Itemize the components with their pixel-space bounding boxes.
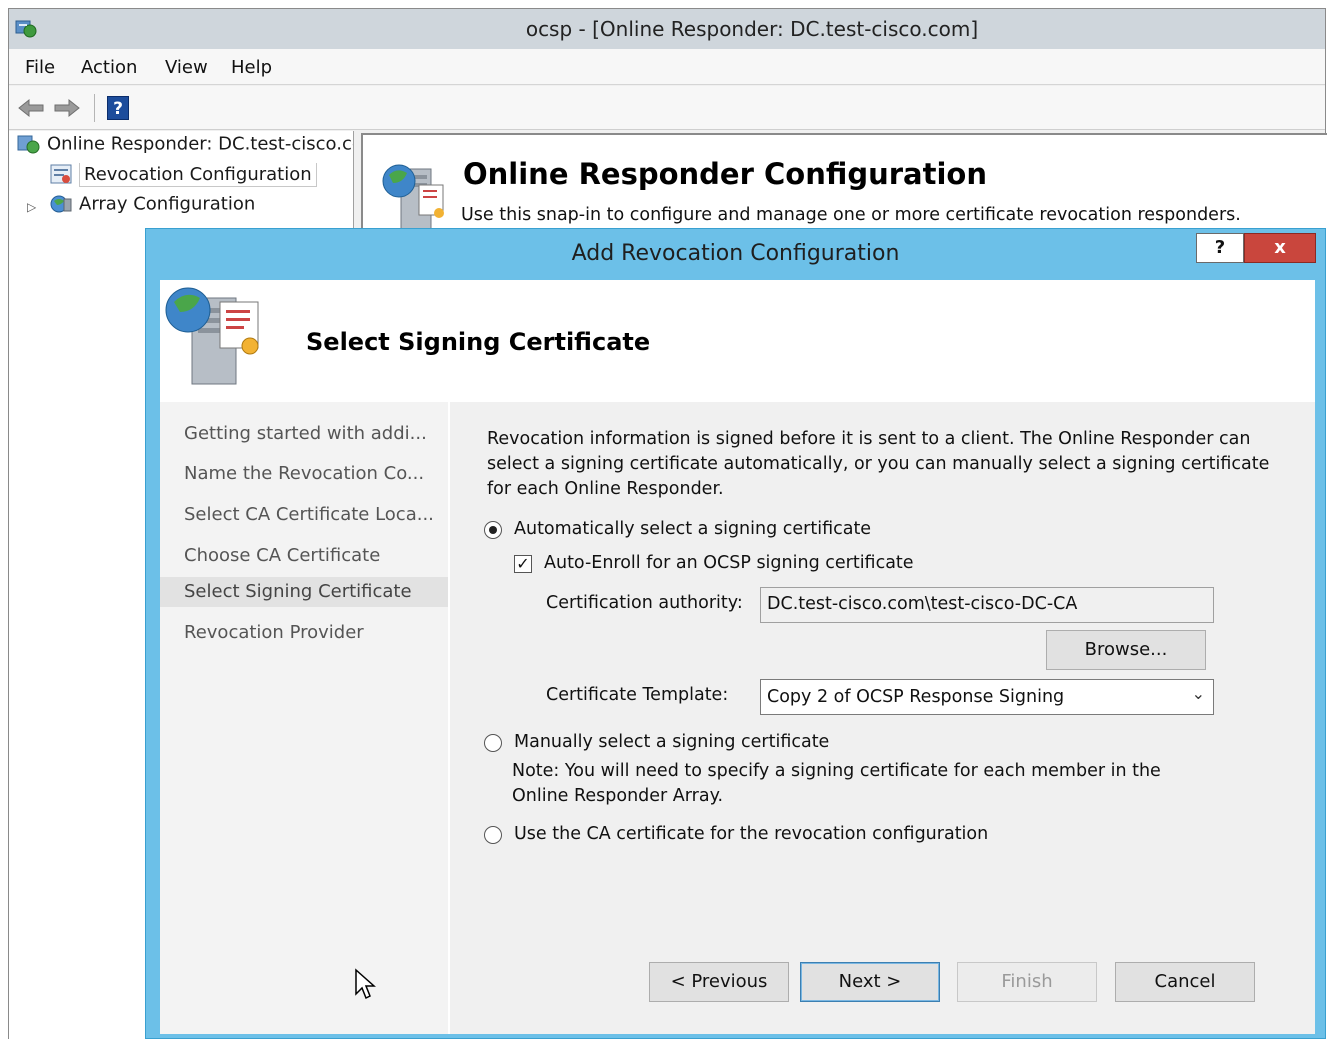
auto-select-radio[interactable] (484, 521, 502, 539)
auto-select-label[interactable]: Automatically select a signing certifica… (514, 519, 871, 539)
auto-enroll-checkbox[interactable]: ✓ (514, 555, 532, 573)
manual-select-note: Note: You will need to specify a signing… (512, 761, 1161, 806)
browse-button[interactable]: Browse... (1046, 630, 1206, 670)
back-arrow-icon[interactable] (17, 96, 45, 120)
dialog-close-button[interactable]: x (1244, 233, 1316, 263)
previous-button[interactable]: < Previous (649, 962, 789, 1002)
toolbar-separator (94, 94, 95, 122)
wizard-step-getting-started[interactable]: Getting started with addi... (160, 419, 448, 449)
mouse-pointer-icon (355, 968, 376, 1000)
finish-button[interactable]: Finish (957, 962, 1097, 1002)
wizard-step-ca-location[interactable]: Select CA Certificate Loca... (160, 500, 448, 530)
menu-view[interactable]: View (165, 57, 208, 78)
dialog-page-title: Select Signing Certificate (306, 328, 651, 356)
tree-root-label: Online Responder: DC.test-cisco.com (47, 133, 353, 155)
wizard-step-revocation-provider[interactable]: Revocation Provider (160, 618, 448, 648)
help-book-icon[interactable]: ? (107, 96, 129, 120)
signing-certificate-server-icon (165, 287, 259, 385)
chevron-down-icon: ⌄ (1191, 684, 1205, 703)
forward-arrow-icon[interactable] (53, 96, 81, 120)
online-responder-icon (17, 135, 40, 154)
menu-action[interactable]: Action (81, 57, 137, 78)
cancel-button[interactable]: Cancel (1115, 962, 1255, 1002)
use-ca-certificate-label[interactable]: Use the CA certificate for the revocatio… (514, 824, 988, 844)
menu-bar: File Action View Help (9, 49, 1325, 85)
wizard-step-list: Getting started with addi... Name the Re… (160, 402, 448, 1034)
dialog-help-button[interactable]: ? (1196, 233, 1244, 263)
result-subtitle: Use this snap-in to configure and manage… (461, 205, 1241, 225)
wizard-step-choose-ca[interactable]: Choose CA Certificate (160, 541, 448, 571)
menu-help[interactable]: Help (231, 57, 272, 78)
wizard-content: Revocation information is signed before … (450, 402, 1315, 1034)
wizard-step-name[interactable]: Name the Revocation Co... (160, 459, 448, 489)
dialog-titlebar: Add Revocation Configuration ? x (146, 229, 1325, 279)
expand-arrow-icon[interactable]: ▷ (27, 200, 36, 214)
dialog-body: Select Signing Certificate Getting start… (160, 280, 1315, 1034)
revocation-config-icon (50, 164, 72, 184)
array-config-icon (50, 195, 72, 213)
toolbar: ? (9, 86, 1325, 130)
manual-select-radio[interactable] (484, 734, 502, 752)
tree-item-revocation-configuration[interactable]: Revocation Configuration (49, 163, 349, 191)
tree-item-label: Array Configuration (79, 193, 256, 215)
description-text: Revocation information is signed before … (487, 429, 1270, 499)
tree-item-label: Revocation Configuration (79, 163, 317, 187)
certification-authority-field[interactable]: DC.test-cisco.com\test-cisco-DC-CA (760, 587, 1214, 623)
certificate-template-value: Copy 2 of OCSP Response Signing (767, 687, 1065, 707)
manual-select-label[interactable]: Manually select a signing certificate (514, 732, 829, 752)
use-ca-certificate-radio[interactable] (484, 826, 502, 844)
result-title: Online Responder Configuration (463, 157, 987, 191)
menu-file[interactable]: File (25, 57, 55, 78)
dialog-header: Select Signing Certificate (160, 280, 1315, 402)
dialog-title: Add Revocation Configuration (571, 241, 900, 266)
add-revocation-configuration-dialog: Add Revocation Configuration ? x Select … (145, 228, 1326, 1039)
next-button[interactable]: Next > (800, 962, 940, 1002)
certification-authority-label: Certification authority: (546, 593, 743, 613)
window-titlebar: ocsp - [Online Responder: DC.test-cisco.… (9, 9, 1325, 49)
online-responder-server-icon (382, 164, 444, 236)
auto-enroll-label[interactable]: Auto-Enroll for an OCSP signing certific… (544, 553, 914, 573)
wizard-step-signing-certificate[interactable]: Select Signing Certificate (160, 577, 448, 607)
certificate-template-label: Certificate Template: (546, 685, 729, 705)
window-title: ocsp - [Online Responder: DC.test-cisco.… (525, 17, 979, 41)
tree-root-online-responder[interactable]: Online Responder: DC.test-cisco.com (17, 133, 353, 161)
certificate-template-select[interactable]: Copy 2 of OCSP Response Signing ⌄ (760, 679, 1214, 715)
tree-item-array-configuration[interactable]: Array Configuration (49, 193, 349, 221)
